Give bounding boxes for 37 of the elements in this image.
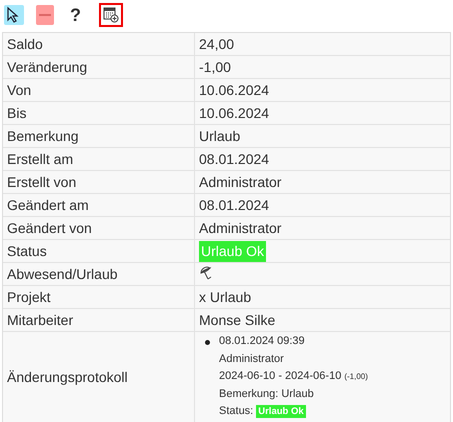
help-button[interactable]: ? <box>66 6 85 24</box>
field-label: Saldo <box>7 34 43 54</box>
field-label: Änderungsprotokoll <box>7 368 128 388</box>
log-user: Administrator <box>219 352 284 364</box>
field-value: x Urlaub <box>199 288 252 306</box>
log-remark: Bemerkung: Urlaub <box>219 388 314 400</box>
field-value: 08.01.2024 <box>199 150 270 168</box>
field-label: Bis <box>7 104 26 122</box>
field-label: Geändert am <box>7 196 89 214</box>
field-label: Projekt <box>7 288 51 307</box>
field-value: Monse Silke <box>199 310 276 330</box>
log-status-label: Status: <box>219 404 254 419</box>
field-label: Geändert von <box>7 218 92 238</box>
calendar-add-icon[interactable] <box>103 7 119 23</box>
status-badge: Urlaub Ok <box>256 405 306 418</box>
field-label: Von <box>7 80 32 100</box>
field-label: Bemerkung <box>7 126 79 146</box>
field-value: 10.06.2024 <box>199 104 270 122</box>
field-label: Abwesend/Urlaub <box>7 264 118 284</box>
field-value: -1,00 <box>199 58 231 76</box>
field-value: 08.01.2024 <box>199 196 270 214</box>
field-label: Erstellt von <box>7 172 76 192</box>
log-range: 2024-06-10 - 2024-06-10 <box>219 369 342 384</box>
field-value: 24,00 <box>199 34 234 54</box>
log-timestamp: 08.01.2024 09:39 <box>219 335 305 347</box>
field-value: Administrator <box>199 172 282 192</box>
field-value: 10.06.2024 <box>199 80 270 100</box>
log-change: (-1,00) <box>344 371 368 383</box>
bullet-icon <box>205 340 210 345</box>
field-label: Status <box>7 242 47 260</box>
field-value: Urlaub <box>199 126 240 146</box>
field-label: Veränderung <box>7 58 88 77</box>
field-value: Administrator <box>199 218 282 238</box>
field-label: Erstellt am <box>7 150 74 168</box>
pointer-icon[interactable] <box>4 5 24 25</box>
status-badge: Urlaub Ok <box>199 240 266 262</box>
field-label: Mitarbeiter <box>7 310 74 330</box>
